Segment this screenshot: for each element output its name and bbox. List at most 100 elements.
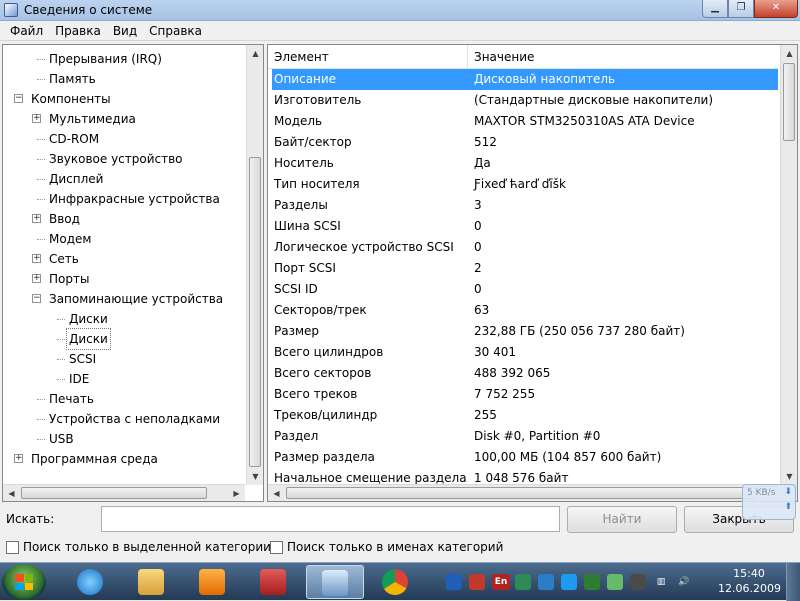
table-row[interactable]: Разделы 3	[268, 195, 780, 216]
column-header-value[interactable]: Значение	[468, 45, 780, 69]
search-category-names-checkbox[interactable]: Поиск только в именах категорий	[270, 540, 503, 554]
taskbar-item[interactable]	[62, 565, 120, 599]
table-row[interactable]: Описание Дисковый накопитель	[272, 69, 778, 90]
expand-icon[interactable]: +	[14, 454, 23, 463]
table-row[interactable]: Байт/сектор 512	[268, 132, 780, 153]
tree-item[interactable]: Прерывания (IRQ)	[3, 49, 245, 69]
red-app-icon[interactable]	[469, 574, 485, 590]
table-row[interactable]: Изготовитель (Стандартные дисковые накопи…	[268, 90, 780, 111]
clover-icon[interactable]	[607, 574, 623, 590]
scroll-up-arrow-icon[interactable]: ▲	[247, 45, 263, 62]
expand-icon[interactable]: +	[32, 274, 41, 283]
table-row[interactable]: Всего секторов 488 392 065	[268, 363, 780, 384]
tree-item[interactable]: Инфракрасные устройства	[3, 189, 245, 209]
tree-item[interactable]: CD-ROM	[3, 129, 245, 149]
scroll-right-arrow-icon[interactable]: ▶	[228, 485, 245, 501]
taskbar-item[interactable]	[123, 565, 181, 599]
list-vertical-scrollbar[interactable]: ▲ ▼	[780, 45, 797, 485]
table-row[interactable]: Логическое устройство SCSI 0	[268, 237, 780, 258]
table-row[interactable]: Размер 232,88 ГБ (250 056 737 280 байт)	[268, 321, 780, 342]
tree-horizontal-scrollbar[interactable]: ◀ ▶	[3, 484, 245, 501]
tree-item[interactable]: Печать	[3, 389, 245, 409]
column-header-element[interactable]: Элемент	[268, 45, 468, 69]
scroll-left-arrow-icon[interactable]: ◀	[3, 485, 20, 501]
tree-item[interactable]: + Мультимедиа	[3, 109, 245, 129]
tree-item[interactable]: − Запоминающие устройства	[3, 289, 245, 309]
search-selected-category-checkbox[interactable]: Поиск только в выделенной категории	[6, 540, 271, 554]
table-row[interactable]: Всего цилиндров 30 401	[268, 342, 780, 363]
table-row[interactable]: Треков/цилиндр 255	[268, 405, 780, 426]
close-window-button[interactable]: ✕	[754, 0, 798, 18]
table-row[interactable]: Тип носителя Ƒixeď ћarď ďīšk	[268, 174, 780, 195]
table-row[interactable]: Всего треков 7 752 255	[268, 384, 780, 405]
tree-item[interactable]: Модем	[3, 229, 245, 249]
minimize-button[interactable]: ▁	[702, 0, 728, 18]
menu-help[interactable]: Справка	[143, 24, 208, 38]
flag-icon[interactable]	[630, 574, 646, 590]
tree-item[interactable]: + Сеть	[3, 249, 245, 269]
tree-vertical-scrollbar[interactable]: ▲ ▼	[246, 45, 263, 485]
list-hscroll-thumb[interactable]	[286, 487, 756, 499]
green-circle-icon[interactable]	[515, 574, 531, 590]
tree-item[interactable]: + Ввод	[3, 209, 245, 229]
checkbox-box[interactable]	[6, 540, 19, 554]
tree-item[interactable]: SCSI	[3, 349, 245, 369]
table-row[interactable]: SCSI ID 0	[268, 279, 780, 300]
blue-app-icon[interactable]	[538, 574, 554, 590]
start-button[interactable]	[2, 564, 46, 600]
menu-file[interactable]: Файл	[4, 24, 49, 38]
expand-icon[interactable]: +	[32, 254, 41, 263]
taskbar-item[interactable]	[367, 565, 425, 599]
table-row[interactable]: Модель MAXTOR STM3250310AS ATA Device	[268, 111, 780, 132]
show-desktop-button[interactable]	[786, 563, 800, 601]
menu-edit[interactable]: Правка	[49, 24, 107, 38]
tree-item[interactable]: + Программная среда	[3, 449, 245, 469]
tree-item[interactable]: Память	[3, 69, 245, 89]
table-row[interactable]: Секторов/трек 63	[268, 300, 780, 321]
en-language-icon[interactable]: En	[492, 574, 510, 590]
collapse-icon[interactable]: −	[14, 94, 23, 103]
table-row[interactable]: Порт SCSI 2	[268, 258, 780, 279]
tree-hscroll-thumb[interactable]	[21, 487, 207, 499]
scroll-left-arrow-icon[interactable]: ◀	[268, 485, 285, 501]
tree-item[interactable]: − Компоненты	[3, 89, 245, 109]
tree-item[interactable]: Диски	[3, 328, 245, 350]
tree-item[interactable]: Диски	[3, 309, 245, 329]
taskbar-item[interactable]	[306, 565, 364, 599]
collapse-icon[interactable]: −	[32, 294, 41, 303]
tree-item[interactable]: IDE	[3, 369, 245, 389]
table-row[interactable]: Размер раздела 100,00 МБ (104 857 600 бай…	[268, 447, 780, 468]
tree-item[interactable]: Дисплей	[3, 169, 245, 189]
network-icon[interactable]: ▥	[653, 574, 669, 590]
volume-icon[interactable]: 🔊	[676, 574, 692, 590]
scroll-up-arrow-icon[interactable]: ▲	[781, 45, 797, 62]
taskbar-item[interactable]	[245, 565, 303, 599]
category-tree-pane: Прерывания (IRQ) Память − Компоненты + Мульти…	[2, 44, 264, 502]
shield-icon[interactable]	[584, 574, 600, 590]
list-horizontal-scrollbar[interactable]: ◀	[268, 484, 797, 501]
table-row[interactable]: Раздел Disk #0, Partition #0	[268, 426, 780, 447]
checkbox-box[interactable]	[270, 540, 283, 554]
maximize-button[interactable]: ❐	[728, 0, 754, 18]
list-scroll-thumb[interactable]	[783, 63, 795, 141]
table-row[interactable]: Носитель Да	[268, 153, 780, 174]
scroll-down-arrow-icon[interactable]: ▼	[781, 468, 797, 485]
globe-icon[interactable]	[561, 574, 577, 590]
search-input[interactable]	[101, 506, 560, 532]
network-speed-widget[interactable]: 5 KB/s ⬇ ⬆	[742, 484, 796, 520]
tree-item[interactable]: USB	[3, 429, 245, 449]
t-icon[interactable]	[446, 574, 462, 590]
title-bar[interactable]: Сведения о системе ▁ ❐ ✕	[0, 0, 800, 21]
tree-item[interactable]: Звуковое устройство	[3, 149, 245, 169]
expand-icon[interactable]: +	[32, 214, 41, 223]
tree-item[interactable]: Устройства с неполадками	[3, 409, 245, 429]
clock[interactable]: 15:40 12.06.2009	[718, 566, 781, 596]
taskbar-item[interactable]	[184, 565, 242, 599]
menu-view[interactable]: Вид	[107, 24, 143, 38]
expand-icon[interactable]: +	[32, 114, 41, 123]
tree-scroll-thumb[interactable]	[249, 157, 261, 467]
tree-item[interactable]: + Порты	[3, 269, 245, 289]
scroll-down-arrow-icon[interactable]: ▼	[247, 468, 263, 485]
find-button[interactable]: Найти	[567, 506, 677, 533]
table-row[interactable]: Шина SCSI 0	[268, 216, 780, 237]
